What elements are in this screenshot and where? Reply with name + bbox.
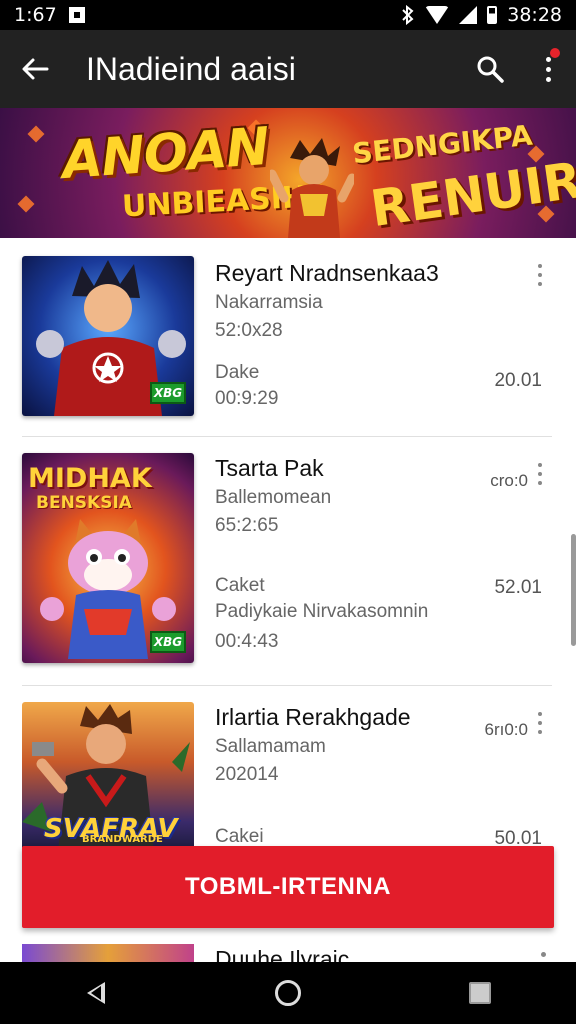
notification-icon — [68, 7, 85, 23]
item-title: Reyart Nradnsenkaa3 — [215, 260, 439, 286]
item-more-button[interactable] — [530, 459, 550, 489]
list-item[interactable]: XBG Reyart Nradnsenkaa3 Nakarramsia 52:0… — [0, 238, 576, 436]
signal-icon — [459, 6, 478, 24]
thumbnail-tag: XBG — [150, 382, 186, 404]
status-bar: 1:67 38:28 — [0, 0, 576, 30]
item-number: 65:2:65 — [215, 515, 279, 536]
nav-back-button[interactable] — [66, 963, 126, 1023]
list-item[interactable]: SVAFRAV BRANDWARDE Irlartia Rerakhgade S… — [0, 686, 576, 856]
banner-title: ANOAN — [60, 116, 271, 192]
thumbnail-subtitle: BRANDWARDE — [82, 834, 163, 845]
item-subtitle: Ballemomean — [215, 487, 332, 508]
nav-home-button[interactable] — [258, 963, 318, 1023]
battery-icon — [487, 6, 498, 24]
more-vert-icon — [538, 712, 542, 734]
item-label: Cakei — [215, 826, 264, 847]
notification-badge — [550, 48, 560, 58]
more-vert-icon — [545, 56, 551, 82]
item-title: Tsarta Pak — [215, 455, 324, 481]
page-title: INadieind aaisi — [86, 50, 296, 87]
item-label: Caket — [215, 575, 265, 596]
item-number: 202014 — [215, 764, 279, 785]
nav-recents-icon — [469, 982, 491, 1004]
navigation-bar — [0, 962, 576, 1024]
status-time: 1:67 — [14, 4, 57, 26]
nav-recents-button[interactable] — [450, 963, 510, 1023]
item-thumbnail — [22, 944, 194, 962]
thumbnail-tag: XBG — [150, 631, 186, 653]
status-icons: 38:28 — [401, 4, 562, 26]
thumbnail-subtitle: BENSKSIA — [36, 493, 132, 513]
wifi-icon — [425, 6, 450, 24]
item-thumbnail: XBG — [22, 256, 194, 416]
status-clock: 38:28 — [507, 4, 562, 26]
scrollbar[interactable] — [571, 534, 576, 646]
item-value: 52.01 — [494, 577, 542, 598]
app-bar: INadieind aaisi — [0, 30, 576, 108]
more-vert-icon — [538, 463, 542, 485]
item-subtitle: Sallamamam — [215, 736, 326, 757]
item-title: Duuhe Ilyraic — [215, 946, 350, 962]
item-title: Irlartia Rerakhgade — [215, 704, 411, 730]
item-label: Dake — [215, 362, 260, 383]
nav-back-icon — [87, 982, 105, 1004]
more-vert-icon — [538, 264, 542, 286]
more-vert-icon[interactable] — [541, 952, 546, 957]
banner-sparkle — [27, 125, 45, 143]
nav-home-icon — [275, 980, 301, 1006]
promo-banner[interactable]: ANOAN UNBIEASIHA SEDNGIKPA RENUIR! — [0, 108, 576, 238]
item-value: 20.01 — [494, 370, 542, 391]
item-subtitle: Nakarramsia — [215, 292, 323, 313]
thumbnail-title: MIDHAK — [28, 463, 152, 494]
item-small-value: 6rı0:0 — [484, 720, 528, 739]
banner-hero-illustration — [270, 138, 354, 238]
search-button[interactable] — [460, 30, 520, 108]
item-number: 52:0x28 — [215, 320, 283, 341]
search-icon — [477, 56, 504, 83]
banner-sparkle — [17, 195, 35, 213]
item-description: Padiykaie Nirvakasomnin — [215, 601, 429, 622]
list-item[interactable]: MIDHAK BENSKSIA XBG Tsarta Pak Ballemome… — [0, 437, 576, 685]
item-more-button[interactable] — [530, 708, 550, 738]
item-more-button[interactable] — [530, 260, 550, 290]
item-time: 00:9:29 — [215, 388, 279, 409]
item-thumbnail: SVAFRAV BRANDWARDE — [22, 702, 194, 852]
primary-action-button[interactable]: TOBML-IRTENNA — [22, 846, 554, 928]
bluetooth-icon — [402, 5, 414, 25]
item-time: 00:4:43 — [215, 631, 279, 652]
arrow-back-icon — [22, 58, 49, 80]
item-thumbnail: MIDHAK BENSKSIA XBG — [22, 453, 194, 663]
more-options-button[interactable] — [520, 30, 576, 108]
back-button[interactable] — [0, 30, 70, 108]
item-small-value: cro:0 — [490, 471, 528, 490]
